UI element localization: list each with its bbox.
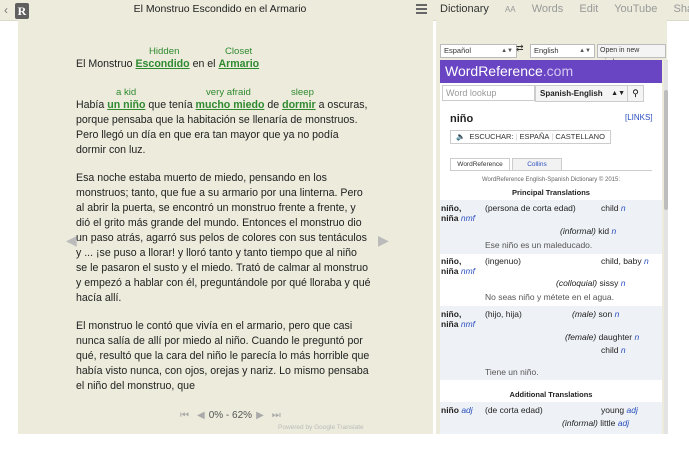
translated-word-armario[interactable]: Armario: [218, 58, 259, 70]
app: ‹ R El Monstruo Escondido en el Armario …: [0, 0, 689, 434]
translated-word-un-nino[interactable]: un niño: [107, 99, 145, 111]
paragraph-1: a kid very afraid sleep Había un niño qu…: [76, 85, 371, 158]
headword: niño: [450, 113, 474, 125]
entry-row-1: niño, niña nmf (persona de corta edad) ch…: [440, 200, 662, 254]
dictionary-value: Spanish-English: [540, 89, 603, 98]
entry-definition: (persona de corta edad): [485, 203, 576, 213]
entry-translation: child, baby n: [601, 256, 649, 266]
translated-word-escondido[interactable]: Escondido: [135, 58, 189, 70]
brand-suffix: .com: [542, 63, 574, 79]
entry-headword: niño, niña nmf: [441, 309, 476, 329]
entry-translation: (colloquial) sissy n: [556, 278, 626, 288]
tab-font-size[interactable]: AA: [505, 5, 516, 14]
story-title-line: Hidden Closet El Monstruo Escondido en e…: [76, 44, 371, 72]
speaker-icon[interactable]: 🔈: [454, 132, 467, 141]
audio-castellano-button[interactable]: CASTELLANO: [553, 132, 607, 141]
source-language-select[interactable]: Español ▲▼: [440, 44, 517, 58]
tab-words[interactable]: Words: [532, 3, 564, 15]
chevron-left-icon: ‹: [4, 3, 8, 17]
tab-dictionary[interactable]: Dictionary: [440, 3, 489, 15]
dictionary-select[interactable]: Spanish-English ▲▼: [535, 85, 629, 102]
open-new-window-button[interactable]: Open in new window: [597, 44, 666, 66]
entry-example: No seas niño y métete en el agua.: [485, 292, 614, 302]
entry-example: Tiene un niño.: [485, 367, 539, 377]
next-page-icon[interactable]: ▶: [378, 232, 389, 249]
target-language-select[interactable]: English ▲▼: [530, 44, 595, 58]
page-progress: ⏮ ◀ 0% - 62% ▶ ⏭: [176, 410, 285, 421]
search-icon[interactable]: ⚲: [627, 85, 644, 102]
gloss-closet: Closet: [225, 46, 253, 57]
panel-tabs: Dictionary AA Words Edit YouTube Share: [440, 3, 689, 15]
word-lookup-input[interactable]: Word lookup: [442, 85, 535, 101]
scrollbar-thumb[interactable]: [664, 90, 668, 210]
entry-translation: child n: [601, 345, 626, 355]
translated-word-mucho-miedo[interactable]: mucho miedo: [196, 99, 265, 111]
tab-edit[interactable]: Edit: [579, 3, 598, 15]
entry-translation: (informal) kid n: [560, 226, 617, 236]
powered-by: Powered by Google Translate: [278, 424, 364, 431]
book-title: El Monstruo Escondido en el Armario: [133, 3, 307, 15]
source-language-value: Español: [444, 46, 472, 55]
next-icon[interactable]: ▶: [256, 410, 264, 421]
select-caret-icon: ▲▼: [501, 48, 513, 54]
select-caret-icon: ▲▼: [579, 48, 591, 54]
paragraph-3[interactable]: El monstruo le contó que vivía en el arm…: [76, 319, 371, 394]
entry-row-3: niño, niña nmf (hijo, hija) (male) son n …: [440, 306, 662, 380]
target-language-value: English: [534, 46, 559, 55]
entry-row-4: niño adj (de corta edad) young adj (info…: [440, 402, 662, 434]
entry-headword: niño, niña nmf: [441, 203, 476, 223]
entry-headword: niño, niña nmf: [441, 256, 476, 276]
reader-text: Hidden Closet El Monstruo Escondido en e…: [76, 44, 371, 394]
menu-icon[interactable]: [416, 4, 427, 15]
select-caret-icon: ▲▼: [611, 90, 625, 97]
links-link[interactable]: [LINKS]: [625, 113, 653, 122]
back-button[interactable]: ‹ R: [4, 3, 34, 19]
swap-languages-icon[interactable]: ⇄: [516, 43, 524, 54]
last-page-icon[interactable]: ⏭: [272, 410, 281, 421]
entry-definition: (de corta edad): [485, 405, 543, 415]
gloss-hidden: Hidden: [149, 46, 180, 57]
prev-icon[interactable]: ◀: [197, 410, 205, 421]
tab-wordreference[interactable]: WordReference: [450, 158, 510, 170]
wordreference-frame: WordReference.com Word lookup Spanish-En…: [440, 60, 662, 434]
first-page-icon[interactable]: ⏮: [180, 410, 189, 421]
entry-definition: (ingenuo): [485, 256, 521, 266]
brand-name: WordReference: [445, 63, 543, 79]
dictionary-tabs: WordReference Collins: [450, 158, 652, 171]
text-segment[interactable]: El Monstruo: [76, 58, 135, 70]
entry-translation: child n: [601, 203, 626, 213]
progress-text: 0% - 62%: [208, 410, 253, 421]
panel-scrollbar[interactable]: [664, 60, 668, 434]
gloss-very-afraid: very afraid: [206, 87, 251, 98]
audio-spain-button[interactable]: ESPAÑA: [517, 132, 551, 141]
translated-word-dormir[interactable]: dormir: [282, 99, 316, 111]
audio-bar: 🔈 ESCUCHAR: | ESPAÑA | CASTELLANO: [450, 130, 611, 144]
copyright-line: WordReference English-Spanish Dictionary…: [481, 177, 621, 183]
entry-translation: young adj: [601, 405, 638, 415]
text-segment[interactable]: de: [264, 99, 282, 111]
listen-label: ESCUCHAR:: [469, 132, 514, 141]
principal-header: Principal Translations: [512, 188, 590, 197]
language-selects: Español ▲▼ ⇄ English ▲▼ Open in new window: [440, 43, 666, 66]
entry-translation: (informal) little adj: [562, 418, 630, 428]
wordreference-logo[interactable]: WordReference.com: [440, 60, 662, 83]
gloss-sleep: sleep: [291, 87, 314, 98]
entry-translation: (female) daughter n: [565, 332, 640, 342]
top-bar: ‹ R El Monstruo Escondido en el Armario …: [0, 0, 689, 21]
paragraph-2[interactable]: Esa noche estaba muerto de miedo, pensan…: [76, 171, 371, 306]
gloss-a-kid: a kid: [116, 87, 137, 98]
tab-collins[interactable]: Collins: [512, 158, 562, 170]
entry-translation: (male) son n: [572, 309, 620, 319]
entry-headword: niño adj: [441, 405, 473, 415]
additional-header: Additional Translations: [509, 390, 593, 399]
tab-youtube[interactable]: YouTube: [614, 3, 657, 15]
text-segment[interactable]: en el: [190, 58, 219, 70]
text-segment[interactable]: que tenía: [145, 99, 195, 111]
readlang-logo-icon: R: [15, 3, 29, 19]
entry-definition: (hijo, hija): [485, 309, 522, 319]
entry-row-2: niño, niña nmf (ingenuo) child, baby n (c…: [440, 254, 662, 306]
entry-example: Ese niño es un maleducado.: [485, 240, 593, 250]
tab-share[interactable]: Share: [673, 3, 689, 15]
text-segment[interactable]: Había: [76, 99, 107, 111]
